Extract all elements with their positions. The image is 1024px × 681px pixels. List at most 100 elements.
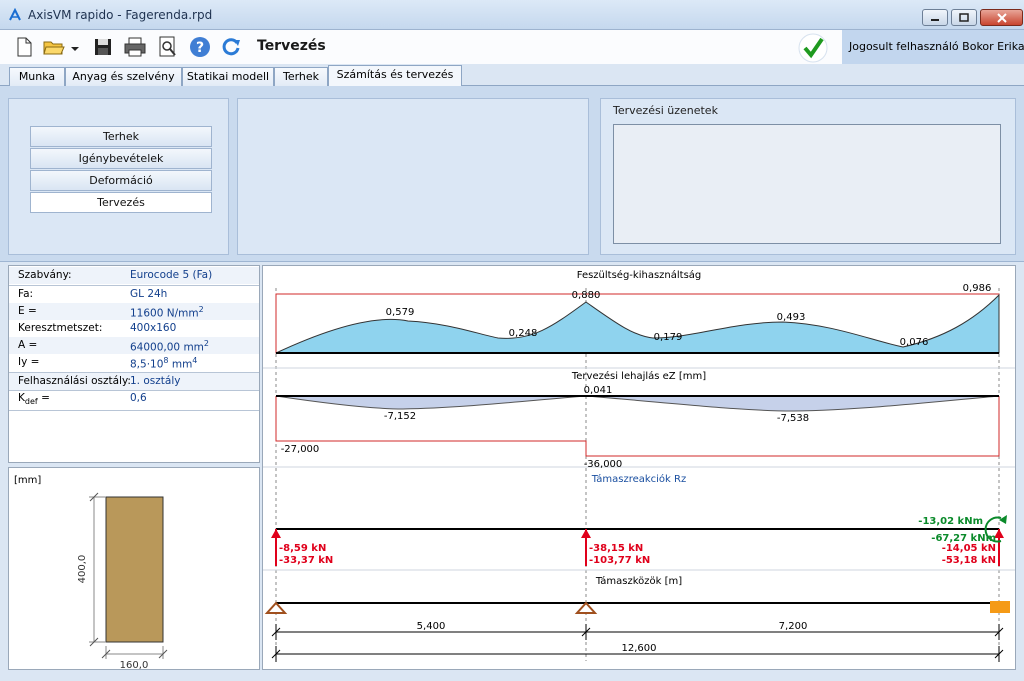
prop-row-area: A = 64000,00 mm2 — [9, 337, 259, 354]
prop-value: 64000,00 mm2 — [130, 339, 209, 354]
deflection-curve-span1 — [275, 395, 587, 410]
prop-label: Szabvány: — [18, 269, 72, 281]
section-height-label: 400,0 — [77, 555, 88, 584]
span-length: 7,200 — [779, 621, 808, 632]
prop-value: 0,6 — [130, 392, 147, 404]
prop-value: 11600 N/mm2 — [130, 305, 204, 320]
deflection-value: -27,000 — [281, 444, 320, 455]
menu-terhek[interactable]: Terhek — [30, 126, 212, 147]
close-button[interactable] — [980, 9, 1023, 26]
user-info: Jogosult felhasználó Bokor Erika — [842, 30, 1024, 64]
cross-section-panel: [mm] 400,0 160,0 — [8, 467, 260, 671]
stress-value: 0,179 — [654, 332, 683, 343]
svg-text:?: ? — [196, 40, 204, 56]
beam-diagrams: Feszültség-kihasználtság 0,579 0,248 0,8… — [263, 269, 1015, 662]
roller-support-icon — [574, 601, 598, 614]
minimize-icon — [931, 18, 939, 21]
pin-support-icon — [264, 601, 288, 614]
reaction-value: -33,37 kN — [279, 555, 333, 566]
menu-igenybevetelek[interactable]: Igénybevételek — [30, 148, 212, 169]
check-icon — [798, 33, 828, 63]
top-panel-area: Terhek Igénybevételek Deformáció Tervezé… — [0, 86, 1024, 262]
reaction-value: -53,18 kN — [942, 555, 996, 566]
tab-szamitas-tervezes[interactable]: Számítás és tervezés — [328, 65, 462, 87]
stress-value: 0,248 — [509, 328, 538, 339]
empty-panel — [237, 98, 589, 255]
section-unit: [mm] — [14, 475, 41, 486]
section-width-label: 160,0 — [120, 660, 149, 669]
stress-value: 0,986 — [963, 283, 992, 294]
help-icon[interactable]: ? — [188, 35, 212, 59]
minimize-button[interactable] — [922, 9, 948, 26]
prop-value: GL 24h — [130, 288, 168, 300]
menu-tervezes[interactable]: Tervezés — [30, 192, 212, 213]
deflection-value: -7,152 — [384, 411, 416, 422]
total-length: 12,600 — [622, 643, 657, 654]
tab-bar: Munka Anyag és szelvény Statikai modell … — [0, 64, 1024, 87]
menu-deformacio[interactable]: Deformáció — [30, 170, 212, 191]
reaction-value: -38,15 kN — [589, 543, 643, 554]
reaction-value: -8,59 kN — [279, 543, 326, 554]
stress-value: 0,579 — [386, 307, 415, 318]
window-title: AxisVM rapido - Fagerenda.rpd — [28, 8, 213, 22]
prop-value: 1. osztály — [130, 375, 181, 387]
prop-value: Eurocode 5 (Fa) — [130, 269, 213, 281]
cross-section-drawing: [mm] 400,0 160,0 — [14, 475, 168, 671]
title-bar: AxisVM rapido - Fagerenda.rpd — [0, 0, 1024, 30]
prop-row-iy: Iy = 8,5·108 mm4 — [9, 354, 259, 371]
tab-anyag[interactable]: Anyag és szelvény — [65, 67, 182, 86]
fixed-support-icon — [990, 601, 1010, 613]
prop-value: 8,5·108 mm4 — [130, 356, 198, 371]
prop-label: Felhasználási osztály: — [18, 375, 131, 387]
prop-row-kdef: Kdef = 0,6 — [9, 390, 259, 410]
spans-title: Támaszközök [m] — [595, 575, 682, 587]
reaction-value: -103,77 kN — [589, 555, 650, 566]
span-length: 5,400 — [417, 621, 446, 632]
messages-label: Tervezési üzenetek — [613, 104, 718, 117]
deflection-value: 0,041 — [584, 385, 613, 396]
save-icon[interactable] — [91, 35, 115, 59]
tab-statikai-modell[interactable]: Statikai modell — [182, 67, 274, 86]
result-menu-panel: Terhek Igénybevételek Deformáció Tervezé… — [8, 98, 229, 255]
stress-title: Feszültség-kihasználtság — [577, 269, 702, 281]
properties-table: Szabvány: Eurocode 5 (Fa) Fa: GL 24h E =… — [8, 265, 260, 463]
new-file-icon[interactable] — [12, 35, 36, 59]
stress-value: 0,076 — [900, 337, 929, 348]
prop-row-service-class: Felhasználási osztály: 1. osztály — [9, 373, 259, 390]
print-preview-icon[interactable] — [156, 35, 180, 59]
messages-box — [613, 124, 1001, 244]
user-name: Bokor Erika — [962, 40, 1024, 53]
prop-label: Keresztmetszet: — [18, 322, 103, 334]
prop-label: Iy = — [18, 356, 40, 368]
deflection-curve-span2 — [585, 395, 1000, 412]
reaction-value: -14,05 kN — [942, 543, 996, 554]
prop-row-material: Fa: GL 24h — [9, 286, 259, 303]
messages-panel: Tervezési üzenetek — [600, 98, 1016, 255]
user-label: Jogosult felhasználó — [849, 40, 959, 53]
open-folder-icon[interactable] — [42, 35, 66, 59]
stress-value: 0,493 — [777, 312, 806, 323]
print-icon[interactable] — [123, 35, 147, 59]
tab-terhek[interactable]: Terhek — [274, 67, 328, 86]
moment-value: -13,02 kNm — [918, 516, 983, 527]
deflection-value: -36,000 — [584, 459, 623, 470]
deflection-value: -7,538 — [777, 413, 809, 424]
maximize-button[interactable] — [951, 9, 977, 26]
maximize-icon — [959, 13, 969, 22]
prop-label: A = — [18, 339, 38, 351]
app-logo-icon — [9, 8, 21, 21]
tab-munka[interactable]: Munka — [9, 67, 65, 86]
reactions-title: Támaszreakciók Rz — [591, 473, 686, 485]
toolbar: ? Tervezés Jogosult felhasználó Bokor Er… — [0, 30, 1024, 64]
section-shape — [105, 496, 164, 643]
refresh-icon[interactable] — [219, 35, 243, 59]
page-heading: Tervezés — [257, 38, 326, 54]
prop-row-standard: Szabvány: Eurocode 5 (Fa) — [9, 267, 259, 284]
stress-curve — [275, 293, 1000, 354]
close-icon — [996, 12, 1007, 23]
deflection-title: Tervezési lehajlás eZ [mm] — [571, 370, 706, 382]
stress-value: 0,880 — [572, 290, 601, 301]
prop-value: 400x160 — [130, 322, 177, 334]
chevron-down-icon[interactable] — [68, 35, 82, 59]
prop-label: Kdef = — [18, 392, 50, 407]
